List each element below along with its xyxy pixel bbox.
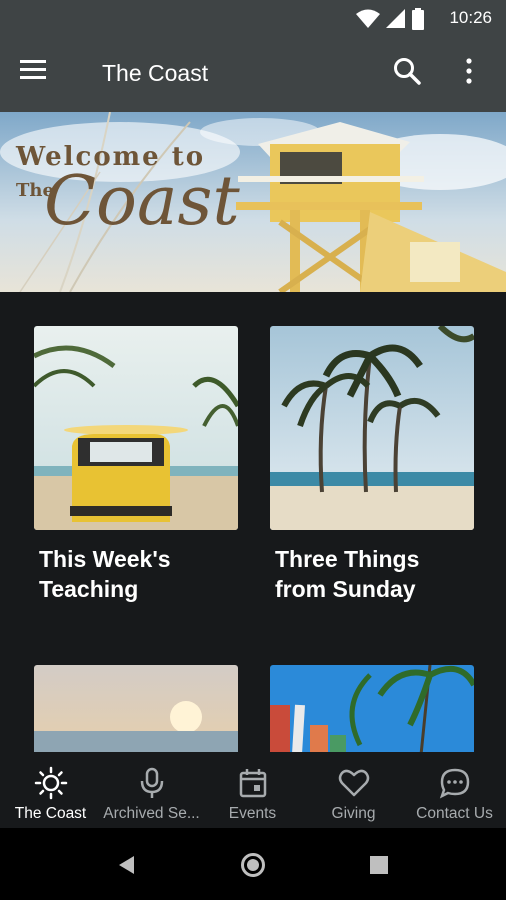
nav-item-archived-sermons[interactable]: Archived Se... (101, 752, 202, 828)
signal-icon (386, 9, 405, 28)
search-icon[interactable] (392, 56, 428, 92)
nav-label: Contact Us (416, 805, 493, 822)
wifi-icon (356, 9, 380, 28)
app-bar: The Coast (0, 36, 506, 112)
status-bar: 10:26 (0, 0, 506, 36)
battery-icon (412, 8, 424, 30)
nav-item-contact-us[interactable]: Contact Us (404, 752, 505, 828)
heart-icon (338, 769, 370, 797)
back-icon[interactable] (116, 854, 138, 876)
overflow-menu-icon[interactable] (462, 56, 490, 92)
system-navigation-bar (0, 828, 506, 900)
hero-coast-text: Coast (44, 162, 240, 241)
card-market[interactable] (270, 665, 474, 752)
status-time: 10:26 (449, 8, 492, 27)
card-image-palm-beach (270, 326, 474, 530)
page-title: The Coast (102, 60, 209, 86)
card-three-things-from-sunday[interactable]: Three Things from Sunday (270, 326, 474, 604)
content-grid: This Week's Teaching Three Things from S… (0, 292, 506, 752)
hero-banner: Welcome to The Coast (0, 112, 506, 292)
chat-bubble-icon (439, 768, 470, 799)
card-this-weeks-teaching[interactable]: This Week's Teaching (34, 326, 238, 604)
nav-label: Giving (331, 805, 376, 822)
recents-icon[interactable] (370, 856, 388, 874)
card-image-beach-market (270, 665, 474, 752)
nav-item-events[interactable]: Events (202, 752, 303, 828)
nav-label: The Coast (14, 805, 87, 822)
nav-label: Events (228, 805, 277, 822)
card-image-sunset (34, 665, 238, 752)
nav-item-giving[interactable]: Giving (303, 752, 404, 828)
card-image-surf-van (34, 326, 238, 530)
sun-icon (34, 766, 68, 800)
card-label: Three Things from Sunday (275, 546, 420, 602)
nav-label: Archived Se... (103, 805, 200, 822)
microphone-icon (140, 767, 164, 798)
card-sunset[interactable] (34, 665, 238, 752)
home-icon[interactable] (240, 852, 266, 878)
calendar-icon (239, 769, 267, 798)
bottom-navigation: The Coast Archived Se... Events Giving C… (0, 752, 506, 828)
nav-item-the-coast[interactable]: The Coast (0, 752, 101, 828)
card-label: This Week's Teaching (39, 546, 171, 602)
status-icons (356, 8, 424, 30)
menu-icon[interactable] (20, 58, 60, 90)
